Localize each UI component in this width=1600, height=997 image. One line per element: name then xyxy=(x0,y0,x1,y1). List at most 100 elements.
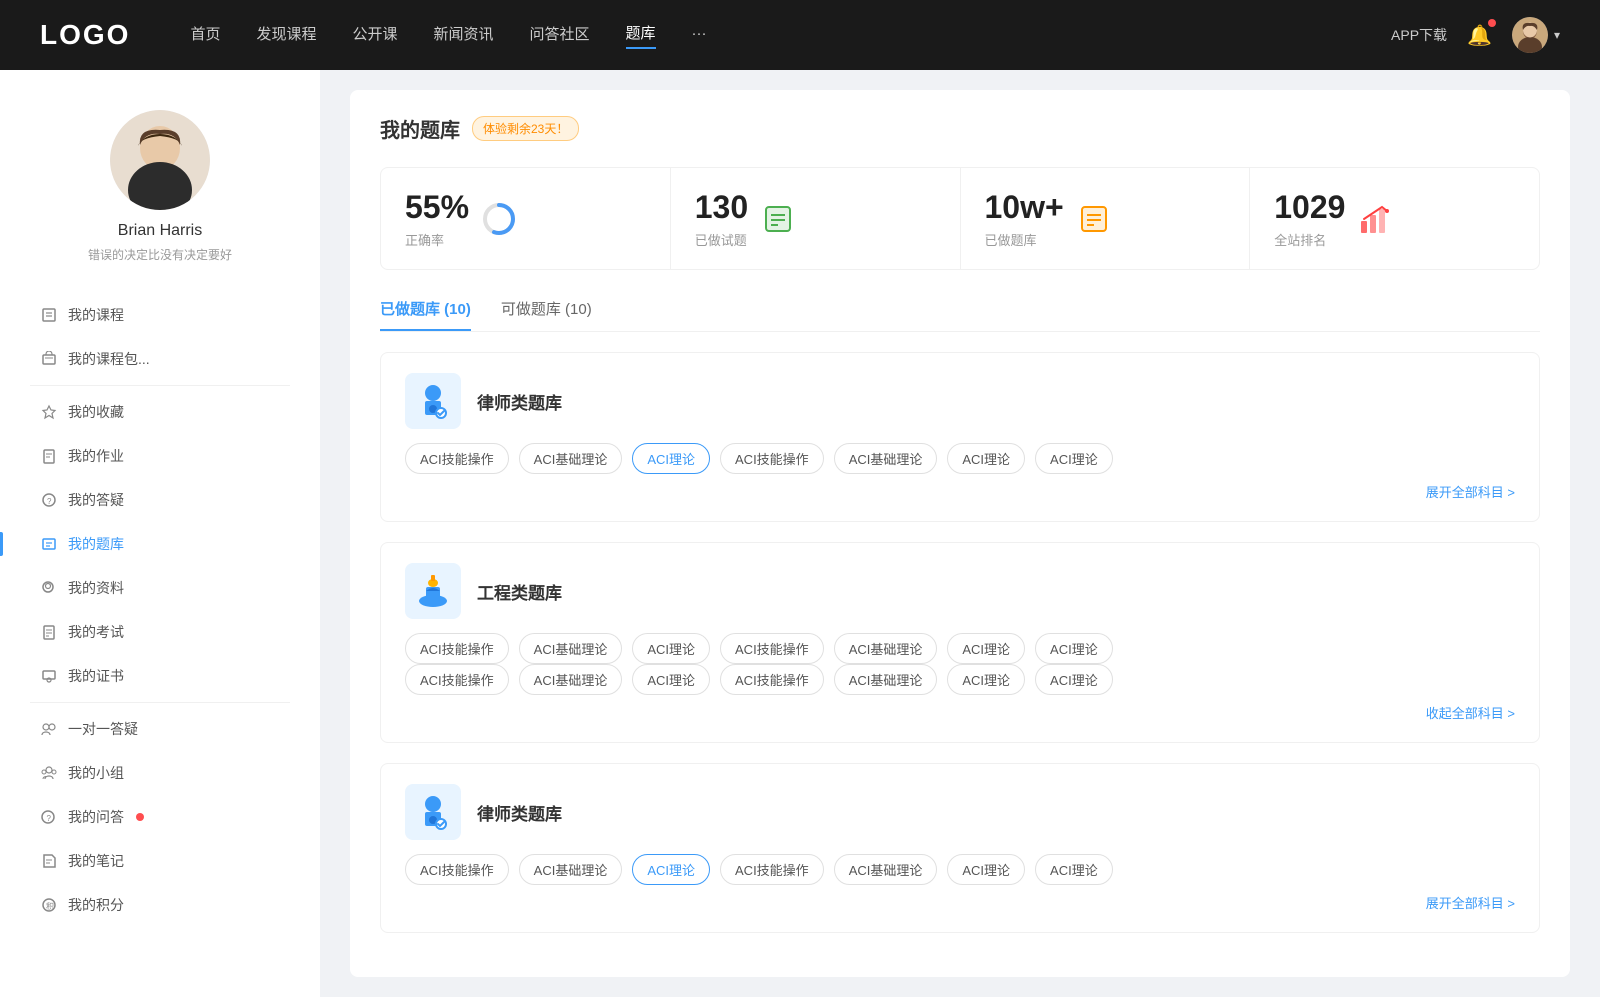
tag-1-4[interactable]: ACI基础理论 xyxy=(834,633,938,664)
bank-card-1-tags-row2: ACI技能操作 ACI基础理论 ACI理论 ACI技能操作 ACI基础理论 AC… xyxy=(405,664,1515,695)
stat-done-banks-value: 10w+ xyxy=(985,188,1064,226)
stat-done-questions: 130 已做试题 xyxy=(671,168,961,269)
navbar: LOGO 首页 发现课程 公开课 新闻资讯 问答社区 题库 ··· APP下载 … xyxy=(0,0,1600,70)
tag-1-3[interactable]: ACI技能操作 xyxy=(720,633,824,664)
note-icon xyxy=(40,852,58,870)
sidebar-label-group: 我的小组 xyxy=(68,763,124,783)
tag-1-2[interactable]: ACI理论 xyxy=(632,633,710,664)
sidebar-label-package: 我的课程包... xyxy=(68,349,150,369)
stat-accuracy-value: 55% xyxy=(405,188,469,226)
tab-available-banks[interactable]: 可做题库 (10) xyxy=(501,298,592,331)
nav-news[interactable]: 新闻资讯 xyxy=(434,23,494,48)
sidebar-divider-1 xyxy=(30,385,290,386)
tag-2-6[interactable]: ACI理论 xyxy=(1035,854,1113,885)
tag-1-12[interactable]: ACI理论 xyxy=(947,664,1025,695)
sidebar-item-cert[interactable]: 我的证书 xyxy=(0,654,320,698)
bank-card-0-expand[interactable]: 展开全部科目 > xyxy=(405,482,1515,501)
tag-1-9[interactable]: ACI理论 xyxy=(632,664,710,695)
tag-2-0[interactable]: ACI技能操作 xyxy=(405,854,509,885)
banks-icon xyxy=(1076,201,1112,237)
sidebar-label-question: 我的问答 xyxy=(68,807,124,827)
bank-card-1-expand[interactable]: 收起全部科目 > xyxy=(405,703,1515,722)
sidebar-item-material[interactable]: 我的资料 xyxy=(0,566,320,610)
sidebar-item-favorite[interactable]: 我的收藏 xyxy=(0,390,320,434)
sidebar-label-exam: 我的考试 xyxy=(68,622,124,642)
nav-qa[interactable]: 问答社区 xyxy=(530,23,590,48)
questions-icon xyxy=(760,201,796,237)
tag-2-3[interactable]: ACI技能操作 xyxy=(720,854,824,885)
tag-1-6[interactable]: ACI理论 xyxy=(1035,633,1113,664)
bank-card-1-header: 工程类题库 xyxy=(405,563,1515,619)
sidebar-label-material: 我的资料 xyxy=(68,578,124,598)
question-icon: ? xyxy=(40,808,58,826)
bank-card-1-tags-row1: ACI技能操作 ACI基础理论 ACI理论 ACI技能操作 ACI基础理论 AC… xyxy=(405,633,1515,664)
sidebar-item-course[interactable]: 我的课程 xyxy=(0,293,320,337)
nav-discover[interactable]: 发现课程 xyxy=(256,23,316,48)
nav-home[interactable]: 首页 xyxy=(190,23,220,48)
sidebar-item-qa[interactable]: ? 我的答疑 xyxy=(0,478,320,522)
tag-0-2[interactable]: ACI理论 xyxy=(632,443,710,474)
sidebar-divider-2 xyxy=(30,702,290,703)
stat-done-banks: 10w+ 已做题库 xyxy=(961,168,1251,269)
bank-card-1-icon xyxy=(405,563,461,619)
nav-bank[interactable]: 题库 xyxy=(626,22,656,49)
stat-accuracy: 55% 正确率 xyxy=(381,168,671,269)
stat-done-questions-label: 已做试题 xyxy=(695,230,748,249)
bank-card-0-icon xyxy=(405,373,461,429)
tag-2-4[interactable]: ACI基础理论 xyxy=(834,854,938,885)
sidebar-item-points[interactable]: 积 我的积分 xyxy=(0,883,320,927)
sidebar-item-homework[interactable]: 我的作业 xyxy=(0,434,320,478)
app-download-link[interactable]: APP下载 xyxy=(1391,25,1447,45)
bank-card-0: 律师类题库 ACI技能操作 ACI基础理论 ACI理论 ACI技能操作 ACI基… xyxy=(380,352,1540,522)
sidebar-label-homework: 我的作业 xyxy=(68,446,124,466)
nav-right: APP下载 🔔 ▾ xyxy=(1391,17,1560,53)
tag-2-5[interactable]: ACI理论 xyxy=(947,854,1025,885)
stat-done-banks-text: 10w+ 已做题库 xyxy=(985,188,1064,249)
user-avatar-menu[interactable]: ▾ xyxy=(1512,17,1560,53)
svg-text:积: 积 xyxy=(46,901,54,911)
tag-1-7[interactable]: ACI技能操作 xyxy=(405,664,509,695)
tag-1-1[interactable]: ACI基础理论 xyxy=(519,633,623,664)
tag-0-0[interactable]: ACI技能操作 xyxy=(405,443,509,474)
tag-0-1[interactable]: ACI基础理论 xyxy=(519,443,623,474)
tag-1-13[interactable]: ACI理论 xyxy=(1035,664,1113,695)
sidebar-item-question[interactable]: ? 我的问答 xyxy=(0,795,320,839)
sidebar-item-exam[interactable]: 我的考试 xyxy=(0,610,320,654)
notification-bell[interactable]: 🔔 xyxy=(1467,23,1492,48)
sidebar-label-course: 我的课程 xyxy=(68,305,124,325)
tag-1-11[interactable]: ACI基础理论 xyxy=(834,664,938,695)
oneone-icon xyxy=(40,720,58,738)
material-icon xyxy=(40,579,58,597)
bank-icon xyxy=(40,535,58,553)
sidebar-item-note[interactable]: 我的笔记 xyxy=(0,839,320,883)
main-layout: Brian Harris 错误的决定比没有决定要好 我的课程 xyxy=(0,70,1600,997)
points-icon: 积 xyxy=(40,896,58,914)
tag-1-5[interactable]: ACI理论 xyxy=(947,633,1025,664)
tag-1-8[interactable]: ACI基础理论 xyxy=(519,664,623,695)
exam-icon xyxy=(40,623,58,641)
sidebar-item-package[interactable]: 我的课程包... xyxy=(0,337,320,381)
avatar xyxy=(1512,17,1548,53)
tag-0-6[interactable]: ACI理论 xyxy=(1035,443,1113,474)
nav-more[interactable]: ··· xyxy=(692,25,707,46)
tag-2-1[interactable]: ACI基础理论 xyxy=(519,854,623,885)
tag-1-0[interactable]: ACI技能操作 xyxy=(405,633,509,664)
sidebar-item-oneone[interactable]: 一对一答疑 xyxy=(0,707,320,751)
bank-card-2-expand[interactable]: 展开全部科目 > xyxy=(405,893,1515,912)
tag-0-4[interactable]: ACI基础理论 xyxy=(834,443,938,474)
tag-0-5[interactable]: ACI理论 xyxy=(947,443,1025,474)
tag-0-3[interactable]: ACI技能操作 xyxy=(720,443,824,474)
sidebar-label-qa: 我的答疑 xyxy=(68,490,124,510)
tag-2-2[interactable]: ACI理论 xyxy=(632,854,710,885)
svg-text:?: ? xyxy=(47,497,52,506)
page-title: 我的题库 xyxy=(380,114,460,143)
sidebar-item-group[interactable]: 我的小组 xyxy=(0,751,320,795)
stat-rank-value: 1029 xyxy=(1274,188,1345,226)
stat-done-questions-text: 130 已做试题 xyxy=(695,188,748,249)
trial-badge: 体验剩余23天！ xyxy=(472,116,579,141)
tag-1-10[interactable]: ACI技能操作 xyxy=(720,664,824,695)
tab-done-banks[interactable]: 已做题库 (10) xyxy=(380,298,471,331)
cert-icon xyxy=(40,667,58,685)
nav-open-course[interactable]: 公开课 xyxy=(352,23,397,48)
sidebar-item-bank[interactable]: 我的题库 xyxy=(0,522,320,566)
